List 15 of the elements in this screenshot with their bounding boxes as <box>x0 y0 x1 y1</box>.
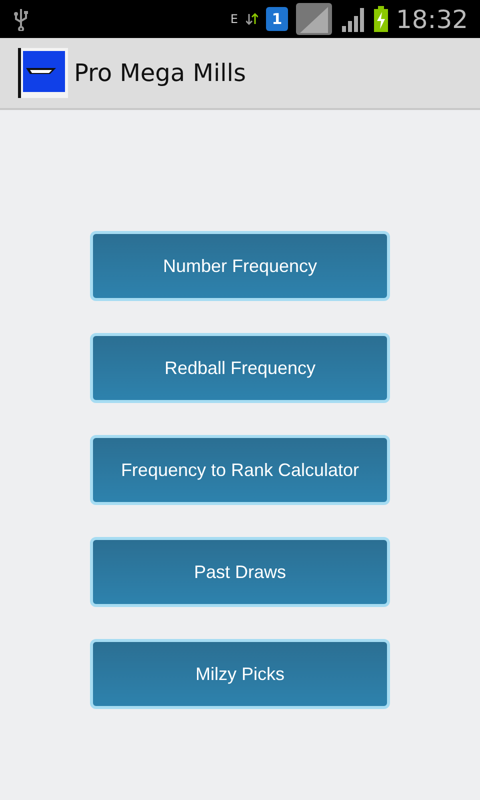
data-arrows-icon <box>246 12 258 26</box>
battery-charging-icon <box>374 6 388 32</box>
usb-icon <box>12 7 30 31</box>
app-title: Pro Mega Mills <box>74 58 246 89</box>
menu-button[interactable]: Number Frequency <box>90 231 390 301</box>
menu-button[interactable]: Frequency to Rank Calculator <box>90 435 390 505</box>
signal-icon <box>340 6 366 32</box>
signal-icon <box>296 3 332 35</box>
clock-time: 18:32 <box>396 6 468 32</box>
menu-button[interactable]: Milzy Picks <box>90 639 390 709</box>
sim-badge: 1 <box>266 7 288 31</box>
menu-button[interactable]: Redball Frequency <box>90 333 390 403</box>
network-type-label: E <box>230 13 238 25</box>
app-logo-icon <box>18 48 68 98</box>
menu-button[interactable]: Past Draws <box>90 537 390 607</box>
